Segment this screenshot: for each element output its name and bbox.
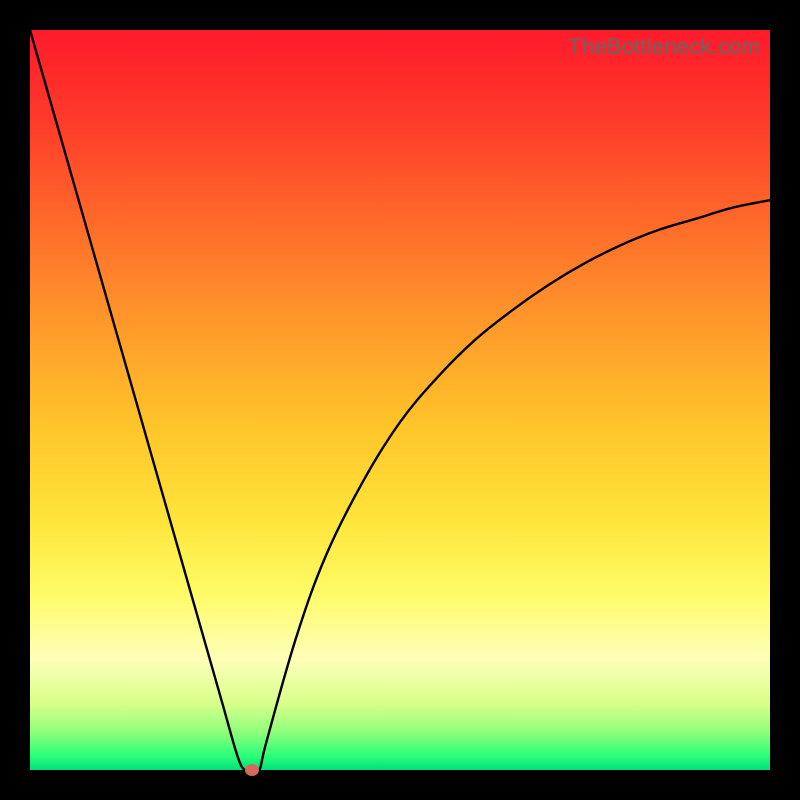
chart-frame: TheBottleneck.com	[0, 0, 800, 800]
plot-area: TheBottleneck.com	[30, 30, 770, 770]
optimum-marker	[245, 764, 259, 776]
curve-path	[30, 30, 770, 772]
bottleneck-curve	[30, 30, 770, 770]
